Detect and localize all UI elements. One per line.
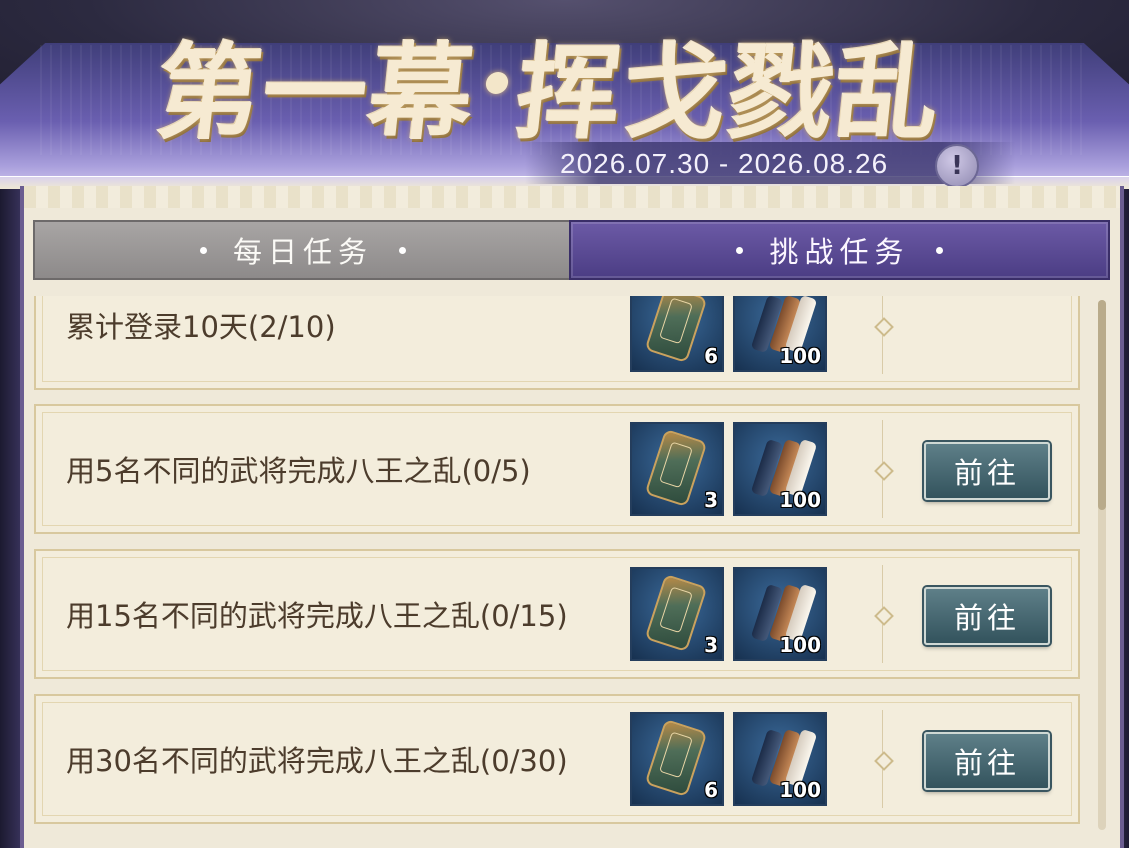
reward-slot[interactable]: 3 [630,567,724,661]
event-header: 第一幕 挥戈戮乱 2026.07.30 - 2026.08.26 ! [0,0,1129,190]
diamond-ornament-icon [874,461,894,481]
quest-row: 累计登录10天(2/10) 6 100 [34,296,1080,390]
title-ornament-icon [484,72,510,94]
tab-dot-icon [736,246,744,254]
reward-slot[interactable]: 3 [630,422,724,516]
reward-count: 6 [704,344,718,368]
token-icon [644,573,708,653]
token-icon [644,296,708,364]
reward-slot[interactable]: 6 [630,712,724,806]
tab-challenge-quests[interactable]: 挑战任务 [569,220,1110,280]
reward-slot[interactable]: 100 [733,296,827,372]
reward-count: 3 [704,633,718,657]
event-date-range: 2026.07.30 - 2026.08.26 [560,148,889,179]
diamond-ornament-icon [874,606,894,626]
tab-dot-icon [199,246,207,254]
reward-count: 6 [704,778,718,802]
quest-list[interactable]: 累计登录10天(2/10) 6 100 用5名不同的武将完成八王之乱(0/5) … [30,296,1080,848]
tab-daily-quests[interactable]: 每日任务 [33,220,573,280]
quest-description: 用30名不同的武将完成八王之乱(0/30) [66,744,568,778]
event-title-part2: 挥戈戮乱 [510,30,948,154]
quest-description: 用15名不同的武将完成八王之乱(0/15) [66,599,568,633]
reward-count: 3 [704,488,718,512]
reward-count: 100 [779,488,821,512]
quest-row: 用15名不同的武将完成八王之乱(0/15) 3 100 前往 [34,549,1080,679]
tab-challenge-label: 挑战任务 [769,235,910,269]
tab-dot-icon [399,246,406,254]
tab-dot-icon [935,246,943,254]
reward-slot[interactable]: 6 [630,296,724,372]
tab-daily-label: 每日任务 [232,235,373,269]
reward-count: 100 [779,344,821,368]
reward-count: 100 [779,778,821,802]
event-title: 第一幕 挥戈戮乱 [132,8,968,158]
go-button[interactable]: 前往 [924,442,1050,500]
event-title-part1: 第一幕 [150,30,482,154]
quest-row: 用30名不同的武将完成八王之乱(0/30) 6 100 前往 [34,694,1080,824]
quest-description: 用5名不同的武将完成八王之乱(0/5) [66,454,531,488]
quest-row: 用5名不同的武将完成八王之乱(0/5) 3 100 前往 [34,404,1080,534]
panel-pattern-band [24,186,1120,208]
reward-slot[interactable]: 100 [733,712,827,806]
token-icon [644,718,708,798]
token-icon [644,428,708,508]
go-button[interactable]: 前往 [924,587,1050,645]
info-icon[interactable]: ! [935,144,979,188]
go-button[interactable]: 前往 [924,732,1050,790]
scrollbar-thumb[interactable] [1098,300,1106,510]
reward-count: 100 [779,633,821,657]
reward-slot[interactable]: 100 [733,422,827,516]
quest-description: 累计登录10天(2/10) [66,310,336,344]
diamond-ornament-icon [874,317,894,337]
reward-slot[interactable]: 100 [733,567,827,661]
diamond-ornament-icon [874,751,894,771]
